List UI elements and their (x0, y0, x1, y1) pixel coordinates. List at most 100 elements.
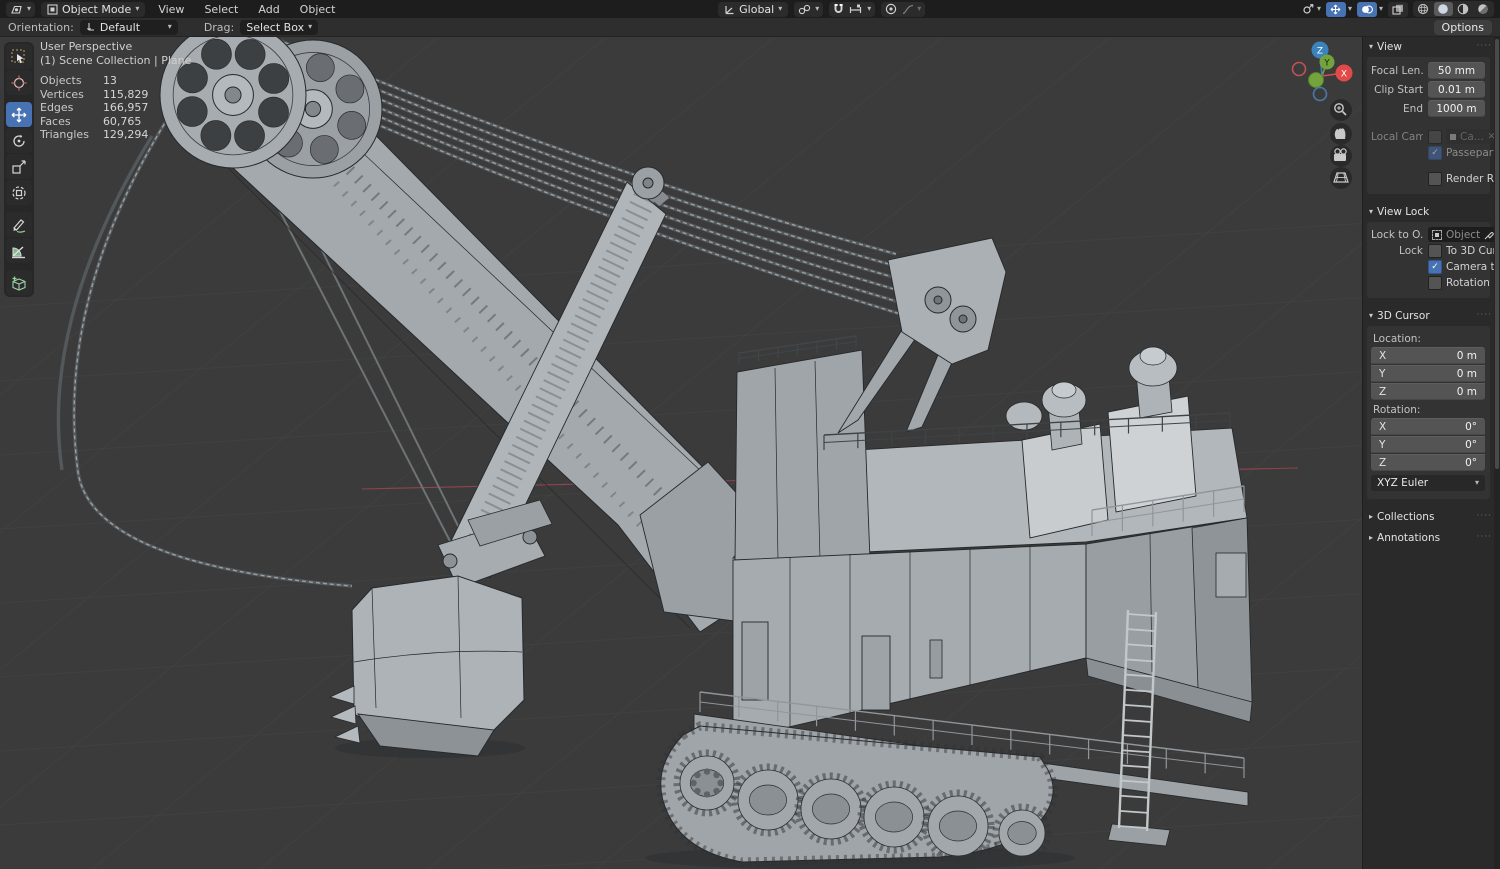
check-icon: ✓ (1431, 261, 1439, 272)
axis-neg-z-handle[interactable] (1312, 86, 1328, 102)
tool-transform-button[interactable] (6, 180, 32, 205)
shading-material-button[interactable] (1454, 2, 1473, 16)
local-camera-label: Local Cam... (1371, 130, 1423, 143)
section-collections-header[interactable]: ▸ Collections (1363, 506, 1500, 527)
pan-button[interactable] (1330, 123, 1352, 145)
tool-settings-bar: Orientation: Default ▾ Drag: Select Box … (0, 18, 1500, 37)
pivot-point-selector[interactable]: ▾ (794, 1, 824, 17)
passepartout-checkbox[interactable]: ✓ (1428, 146, 1442, 160)
mode-selector[interactable]: Object Mode ▾ (41, 1, 146, 17)
tool-select-box-button[interactable] (6, 44, 32, 69)
eyedropper-icon[interactable] (1484, 230, 1494, 240)
clip-end-field[interactable]: 1000 m (1428, 100, 1485, 117)
section-view-body: Focal Len... 50 mm Clip Start 0.01 m End… (1367, 57, 1500, 194)
cursor-rotation-z-field[interactable]: Z 0° (1371, 454, 1485, 471)
section-annotations-header[interactable]: ▸ Annotations (1363, 527, 1500, 548)
tool-scale-button[interactable] (6, 154, 32, 179)
menu-select[interactable]: Select (197, 3, 245, 16)
axis-y-label: Y (1323, 59, 1330, 69)
cursor-rotation-x-field[interactable]: X 0° (1371, 418, 1485, 435)
camera-view-button[interactable] (1330, 145, 1352, 167)
stat-row: Faces 60,765 (40, 114, 142, 128)
menu-add[interactable]: Add (251, 3, 286, 16)
menu-object[interactable]: Object (293, 3, 343, 16)
navigation-gizmo[interactable]: Z Y X (1291, 41, 1353, 102)
snap-mode-icon[interactable] (849, 4, 862, 15)
stat-row: Triangles 129,294 (40, 128, 149, 141)
section-view-header[interactable]: ▾ View (1363, 36, 1500, 57)
cursor-location-x-field[interactable]: X0 m (1371, 347, 1485, 364)
tool-add-cube-button[interactable] (6, 270, 32, 295)
tool-cursor-button[interactable] (6, 70, 32, 95)
to-3d-cursor-checkbox[interactable] (1428, 244, 1442, 258)
tool-annotate-button[interactable] (6, 212, 32, 237)
perspective-toggle-button[interactable] (1330, 167, 1352, 189)
grip-icon[interactable] (1477, 514, 1492, 519)
viewport-3d[interactable]: Z Y X (0, 0, 1500, 869)
axis-x-label: X (1341, 70, 1347, 80)
context-path: (1) Scene Collection | Plane (40, 53, 192, 67)
stat-row: Vertices 115,829 (40, 87, 149, 101)
cursor-location-label: Location: (1373, 333, 1421, 345)
orientation-selector[interactable]: Default ▾ (79, 19, 178, 35)
show-gizmo-icon[interactable] (1301, 3, 1315, 16)
grip-icon[interactable] (1477, 535, 1492, 540)
editor-type-button[interactable]: ▾ (6, 1, 36, 17)
section-view-lock-body: Lock to O... Object Lock To 3D Cursor ✓ … (1367, 222, 1500, 298)
camera-to-view-checkbox[interactable]: ✓ (1428, 260, 1442, 274)
lock-to-object-field[interactable]: Object (1428, 227, 1499, 242)
xray-toggle-button[interactable] (1387, 1, 1408, 17)
grip-icon[interactable] (1477, 44, 1492, 49)
chevron-down-icon: ▾ (1369, 206, 1374, 216)
lock-rotation-checkbox[interactable] (1428, 276, 1442, 290)
chevron-down-icon: ▾ (1347, 4, 1352, 13)
snap-magnet-icon[interactable] (833, 3, 844, 15)
rotation-order-dropdown[interactable]: XYZ Euler ▾ (1371, 475, 1485, 491)
gizmo-toggle-button[interactable] (1325, 1, 1346, 17)
options-button[interactable]: Options (1433, 19, 1492, 35)
axis-neg-y-handle[interactable] (1308, 72, 1324, 88)
overlays-toggle-button[interactable] (1356, 1, 1377, 17)
drag-value: Select Box (246, 20, 305, 34)
focal-length-label: Focal Len... (1371, 64, 1423, 77)
local-camera-field[interactable]: Ca... ✕ (1446, 129, 1500, 144)
falloff-curve-icon[interactable] (902, 4, 914, 15)
chevron-down-icon: ▾ (167, 22, 172, 31)
chevron-right-icon: ▸ (1369, 532, 1374, 542)
shading-wireframe-button[interactable] (1414, 2, 1433, 16)
axis-neg-x-handle[interactable] (1291, 61, 1307, 77)
section-view-lock-header[interactable]: ▾ View Lock (1363, 201, 1500, 222)
proportional-edit-icon[interactable] (885, 3, 897, 15)
global-axes-icon (725, 5, 734, 14)
section-view-title: View (1377, 40, 1402, 53)
tool-measure-button[interactable] (6, 238, 32, 263)
axis-z-label: Z (1317, 47, 1323, 57)
transform-orientation-selector[interactable]: Global ▾ (718, 1, 789, 17)
menu-view[interactable]: View (151, 3, 191, 16)
chevron-down-icon: ▾ (1316, 4, 1321, 13)
grip-icon[interactable] (1477, 313, 1492, 318)
tool-rotate-button[interactable] (6, 128, 32, 153)
local-camera-checkbox[interactable] (1428, 129, 1442, 144)
zoom-button[interactable] (1330, 99, 1352, 121)
chevron-down-icon: ▾ (1369, 41, 1374, 51)
tool-move-button[interactable] (6, 102, 32, 127)
transform-icon (12, 185, 26, 200)
render-region-checkbox[interactable] (1428, 172, 1442, 186)
drag-selector[interactable]: Select Box ▾ (240, 19, 319, 35)
clip-start-field[interactable]: 0.01 m (1428, 81, 1485, 98)
section-3d-cursor-header[interactable]: ▾ 3D Cursor (1363, 305, 1500, 326)
cursor-location-y-field[interactable]: Y0 m (1371, 365, 1485, 382)
annotate-pen-icon (13, 218, 26, 233)
orientation-value: Default (99, 20, 141, 34)
sidebar-scrollbar[interactable] (1494, 36, 1500, 869)
cursor-location-z-field[interactable]: Z0 m (1371, 383, 1485, 400)
shading-solid-button[interactable] (1433, 2, 1453, 16)
focal-length-field[interactable]: 50 mm (1428, 62, 1485, 79)
chevron-down-icon: ▾ (27, 4, 32, 13)
chevron-down-icon: ▾ (1369, 310, 1374, 320)
passepartout-label: Passepartout (1446, 147, 1500, 159)
stat-row: Edges 166,957 (40, 101, 149, 114)
shading-rendered-button[interactable] (1474, 2, 1493, 16)
cursor-rotation-y-field[interactable]: Y 0° (1371, 436, 1485, 453)
